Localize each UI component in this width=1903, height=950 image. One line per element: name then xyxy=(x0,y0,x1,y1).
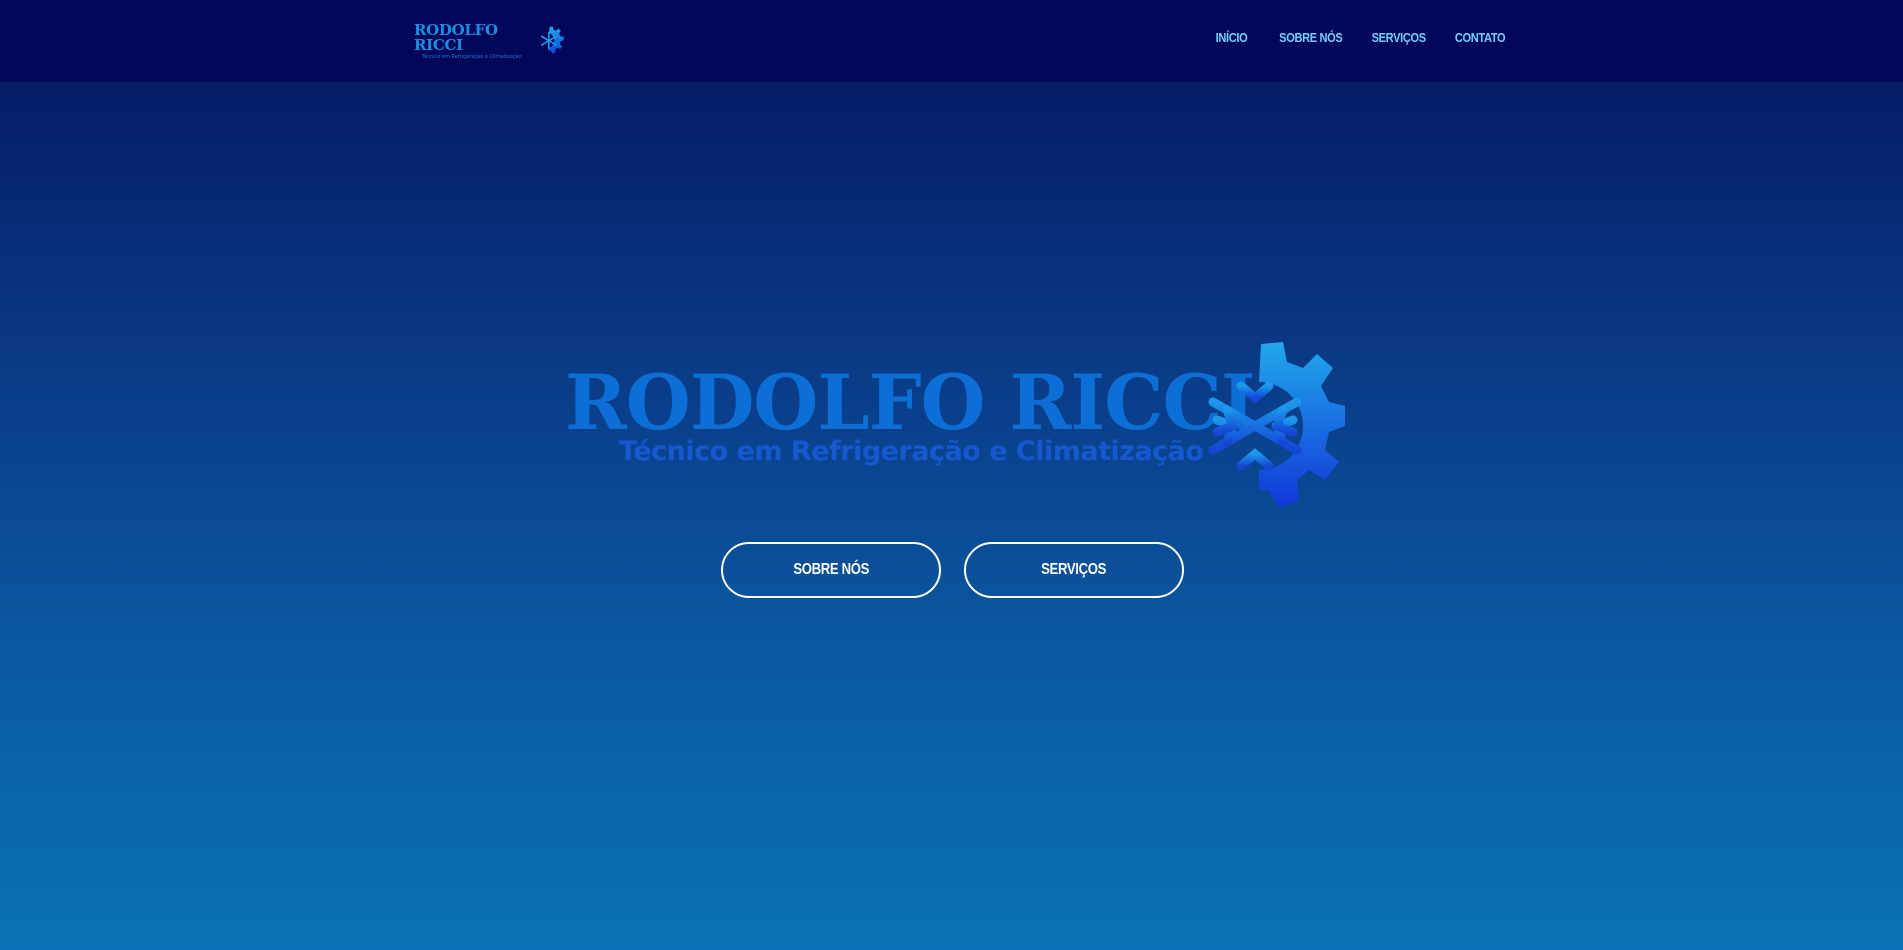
services-button[interactable]: SERVIÇOS xyxy=(964,542,1184,598)
hero-logo-subtitle: Técnico em Refrigeração e Climatização xyxy=(619,436,1204,467)
main-nav: INÍCIO SOBRE NÓS SERVIÇOS CONTATO xyxy=(1210,30,1506,45)
header-logo-text: RODOLFO RICCI Técnico em Refrigeração e … xyxy=(414,20,537,60)
header-logo[interactable]: RODOLFO RICCI Técnico em Refrigeração e … xyxy=(414,20,564,62)
hero-logo-title: RODOLFO RICCI xyxy=(565,358,1256,447)
nav-item-contato[interactable]: CONTATO xyxy=(1455,30,1506,45)
snowflake-gear-icon xyxy=(540,26,564,54)
nav-item-servicos[interactable]: SERVIÇOS xyxy=(1372,30,1427,45)
services-button-label: SERVIÇOS xyxy=(1041,561,1107,578)
nav-item-inicio[interactable]: INÍCIO xyxy=(1216,30,1248,45)
site-header: RODOLFO RICCI Técnico em Refrigeração e … xyxy=(0,0,1903,82)
header-logo-title: RODOLFO RICCI xyxy=(414,20,498,54)
about-button-label: SOBRE NÓS xyxy=(793,561,869,578)
about-button[interactable]: SOBRE NÓS xyxy=(721,542,941,598)
header-logo-tagline: Técnico em Refrigeração e Climatização xyxy=(422,53,522,60)
hero-logo: RODOLFO RICCI Técnico em Refrigeração e … xyxy=(565,340,1345,520)
snowflake-gear-icon xyxy=(1208,342,1345,508)
nav-item-sobre-nos[interactable]: SOBRE NÓS xyxy=(1279,30,1343,45)
